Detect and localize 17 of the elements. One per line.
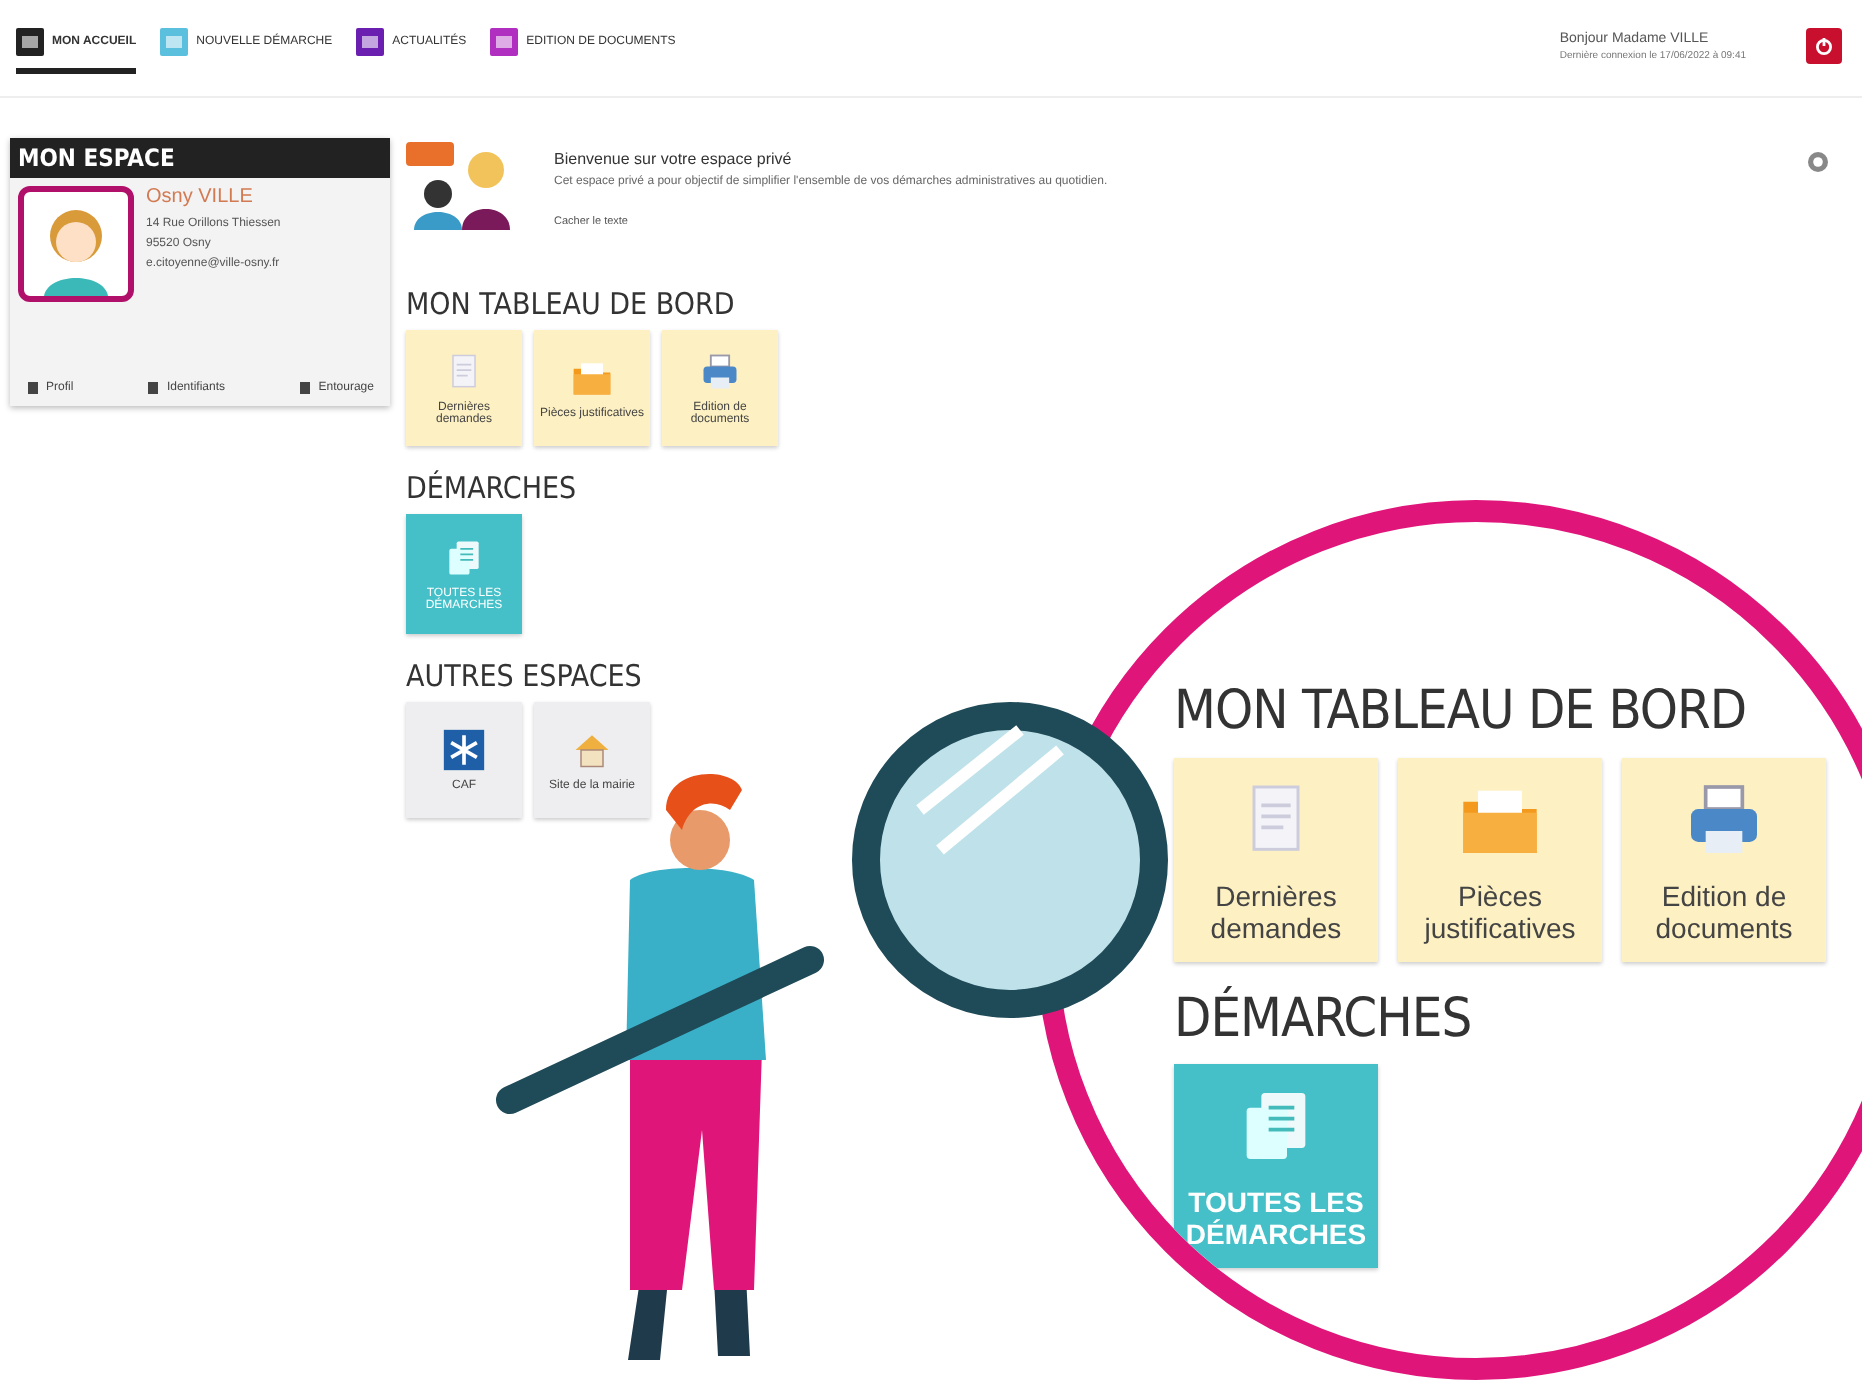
- section-heading: AUTRES ESPACES: [406, 658, 644, 694]
- section-heading: DÉMARCHES: [1174, 989, 1474, 1049]
- power-icon: [1814, 36, 1834, 56]
- section-heading: MON TABLEAU DE BORD: [406, 286, 737, 322]
- welcome-title: Bienvenue sur votre espace privé: [554, 150, 794, 168]
- settings-icon[interactable]: [1806, 150, 1830, 174]
- section-heading: MON TABLEAU DE BORD: [1174, 682, 1749, 742]
- section-heading: DÉMARCHES: [406, 470, 579, 506]
- tile-button[interactable]: Dernières demandes: [1174, 757, 1378, 962]
- tile-button[interactable]: Pièces justificatives: [1398, 757, 1602, 962]
- tile-button[interactable]: Edition de documents: [1622, 757, 1826, 962]
- printer-icon: [698, 350, 742, 394]
- profile-name: Osny VILLE: [146, 186, 255, 208]
- snowflake-logo-icon: [442, 728, 486, 772]
- card-title: MON ESPACE: [10, 138, 390, 178]
- power-button[interactable]: [1806, 28, 1842, 64]
- avatar-icon: [18, 186, 134, 302]
